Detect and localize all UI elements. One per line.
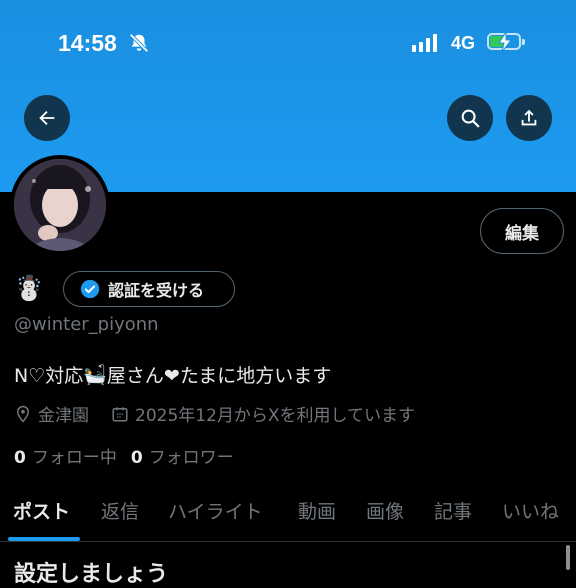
following-count: 0 — [14, 448, 26, 468]
tab-replies[interactable]: 返信 — [101, 488, 139, 532]
share-button[interactable] — [506, 95, 552, 141]
search-icon — [461, 109, 480, 128]
status-time: 14:58 — [58, 30, 117, 56]
snowman-emoji: ☃️ — [14, 274, 44, 302]
tabs-divider — [0, 541, 576, 542]
tab-posts[interactable]: ポスト — [13, 488, 70, 532]
tab-likes[interactable]: いいね — [502, 488, 559, 532]
back-button[interactable] — [24, 95, 70, 141]
arrow-left-icon — [39, 110, 55, 126]
followers-count: 0 — [130, 448, 143, 468]
battery-cap — [522, 39, 525, 45]
battery-charging-icon — [487, 32, 521, 52]
section-heading: 設定しましょう — [14, 562, 169, 587]
following-link[interactable]: 0 フォロー中 — [14, 443, 117, 468]
username-handle: @winter_piyonn — [14, 314, 159, 335]
avatar-photo — [14, 159, 106, 251]
tab-highlights[interactable]: ハイライト — [168, 488, 263, 532]
tab-images[interactable]: 画像 — [366, 488, 404, 532]
get-verified-button[interactable]: 認証を受ける — [63, 271, 235, 307]
joined-text: 2025年12月からXを利用しています — [135, 406, 416, 426]
verified-badge-icon — [80, 279, 100, 299]
profile-bio: N♡対応 🛀 屋さん❤︎たまに地方います — [14, 361, 331, 388]
signal-icon — [412, 34, 437, 52]
share-icon — [521, 109, 537, 126]
calendar-icon — [112, 406, 128, 421]
bio-text-1: N♡対応 — [14, 365, 84, 387]
verify-label: 認証を受ける — [108, 281, 205, 300]
tab-videos[interactable]: 動画 — [298, 488, 336, 532]
followers-link[interactable]: 0 フォロワー — [131, 443, 234, 468]
scrollbar[interactable] — [566, 545, 570, 570]
joined-item: 2025年12月からXを利用しています — [111, 401, 415, 426]
tab-articles[interactable]: 記事 — [434, 488, 472, 532]
location-pin-icon — [16, 405, 30, 423]
location-item: 金津園 — [14, 401, 89, 426]
profile-tabs: ポスト 返信 ハイライト 動画 画像 記事 いいね — [0, 488, 576, 540]
follow-stats: 0 フォロー中 0 フォロワー — [14, 443, 234, 468]
search-button[interactable] — [447, 95, 493, 141]
profile-meta: 金津園 2025年12月からXを利用しています — [14, 401, 415, 426]
bathtub-emoji: 🛀 — [83, 364, 107, 386]
avatar[interactable] — [10, 155, 110, 255]
bio-text-2: 屋さん❤︎たまに地方います — [106, 365, 332, 387]
location-text: 金津園 — [38, 406, 89, 426]
followers-label: フォロワー — [148, 448, 234, 468]
network-type: 4G — [451, 33, 476, 53]
following-label: フォロー中 — [31, 448, 117, 468]
bell-slash-icon — [128, 32, 150, 58]
edit-profile-button[interactable]: 編集 — [480, 208, 564, 254]
